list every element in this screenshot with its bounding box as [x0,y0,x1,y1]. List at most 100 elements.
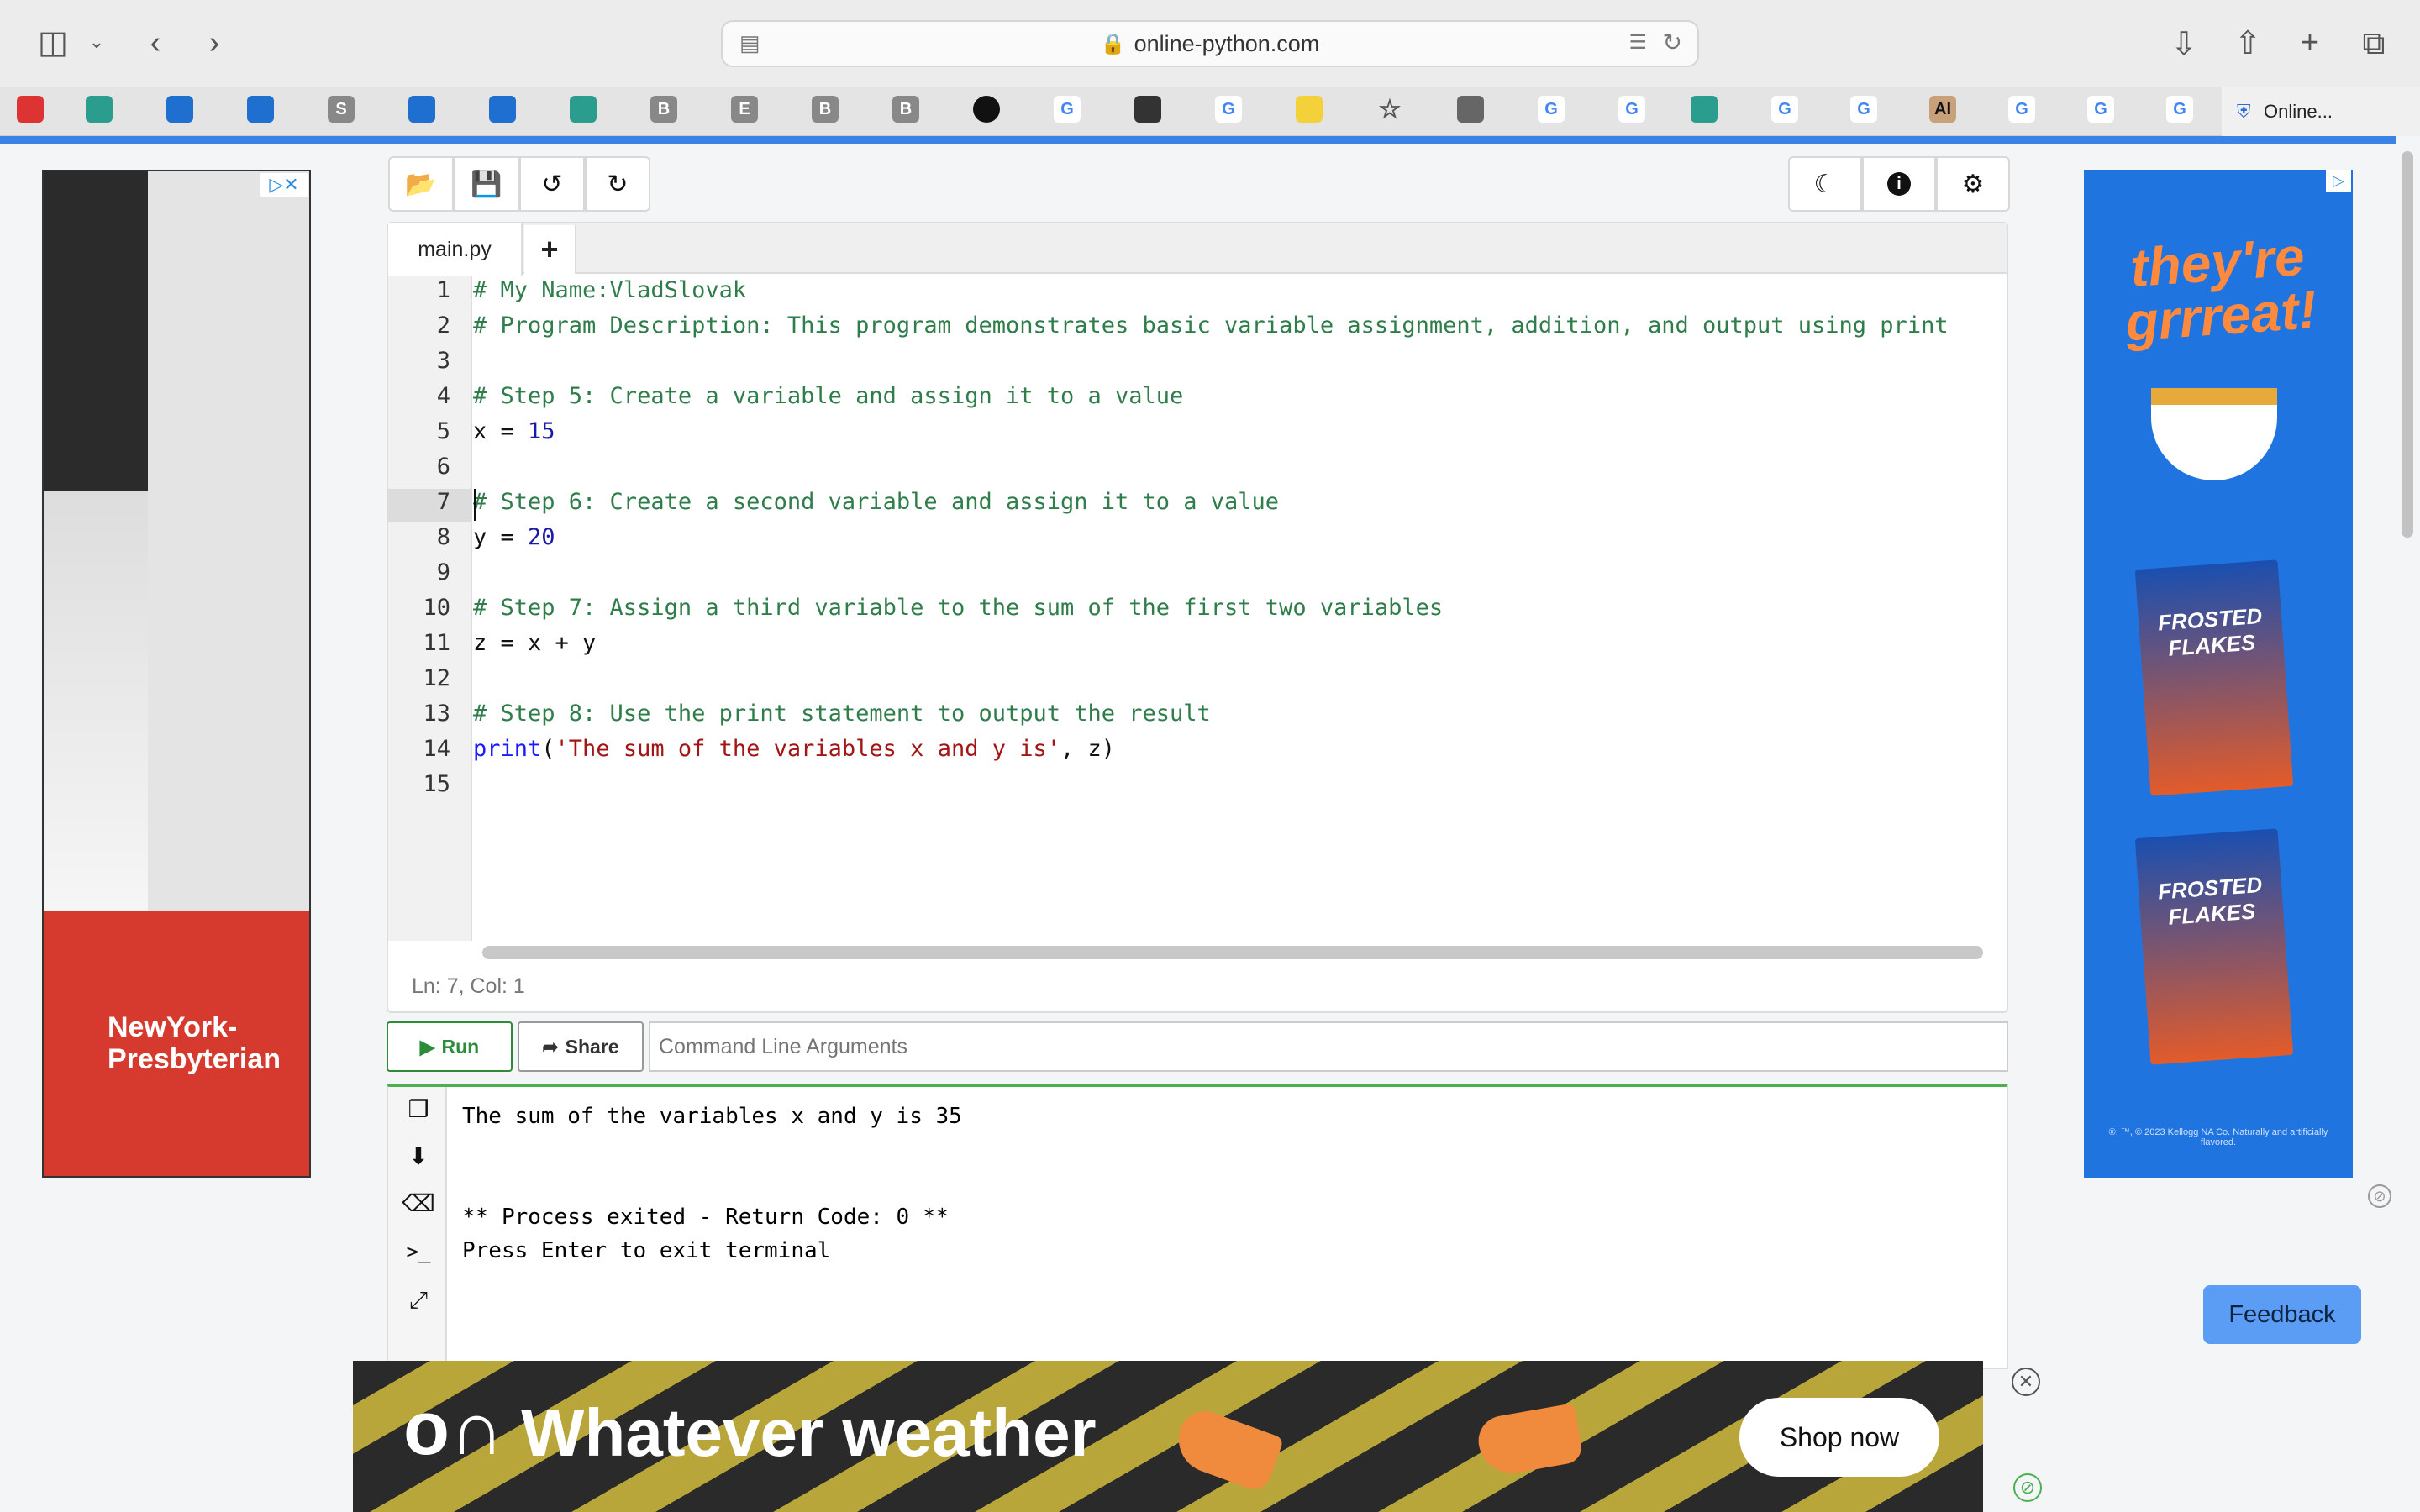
open-file-button[interactable]: 📂 [388,156,454,212]
code-line-x-assign[interactable]: x = 15 [473,418,555,444]
gears-icon: ⚙ [1961,170,1985,198]
bookmark-google[interactable]: G [1215,96,1242,123]
info-button[interactable]: i [1862,156,1936,212]
bookmark-squarespace-icon[interactable] [1457,96,1484,123]
tab-main-py[interactable]: main.py [388,223,523,276]
ad-doctor-image [44,491,148,911]
shoe-image [1169,1404,1285,1494]
bookmark-google[interactable]: G [1771,96,1798,123]
bookmark-e[interactable]: E [731,96,758,123]
page-scrollbar[interactable] [2402,151,2413,538]
bookmark-github-icon[interactable] [973,96,1000,123]
cursor-status: Ln: 7, Col: 1 [412,974,525,998]
bookmark-google[interactable]: G [2008,96,2035,123]
line-number: 14 [423,736,450,762]
bookmark-google[interactable]: G [1618,96,1645,123]
bookmark-x-icon[interactable] [1134,96,1161,123]
code-line[interactable]: # Step 8: Use the print statement to out… [473,701,1211,727]
bottom-ad[interactable]: o∩ Whatever weather Shop now [353,1361,1983,1512]
bookmark-grid-icon[interactable] [570,96,597,123]
redo-button[interactable]: ↻ [585,156,650,212]
bookmark-b[interactable]: B [650,96,677,123]
bookmark-b[interactable]: B [812,96,839,123]
line-number: 10 [423,595,450,621]
code-line[interactable]: # Program Description: This program demo… [473,312,1949,339]
terminal-sidebar [388,1087,447,1369]
copy-icon[interactable]: ❐ [403,1094,434,1124]
download-icon[interactable]: ⇩ [2163,24,2205,64]
translate-icon[interactable]: ☰ [1628,30,1647,55]
new-tab-icon[interactable]: + [2289,22,2331,64]
bookmark-outlook-icon[interactable] [408,96,435,123]
settings-button[interactable]: ⚙ [1936,156,2010,212]
bookmark-google[interactable]: G [1850,96,1877,123]
forward-icon[interactable]: › [193,22,235,64]
shop-now-button[interactable]: Shop now [1739,1398,1939,1477]
code-line[interactable]: # My Name:VladSlovak [473,277,746,303]
bookmark-outlook-icon[interactable] [489,96,516,123]
share-button[interactable]: ➦ Share [518,1021,644,1072]
bookmark-google[interactable]: G [1538,96,1565,123]
code-line[interactable]: # Step 5: Create a variable and assign i… [473,383,1183,409]
download-output-icon[interactable]: ⬇ [403,1141,434,1171]
bookmark-grid-icon[interactable] [1691,96,1718,123]
browser-toolbar: ◫ ⌄ ‹ › ▤ 🔒 online-python.com ☰ ↻ ⇩ ⇧ + … [0,0,2420,87]
bookmark-google[interactable]: G [2087,96,2114,123]
bookmark-outlook-icon[interactable] [247,96,274,123]
share-icon[interactable]: ⇧ [2227,22,2269,64]
run-button[interactable]: ▶ Run [387,1021,513,1072]
bookmark-pocket-icon[interactable] [17,96,44,123]
sidebar-toggle-icon[interactable]: ◫ [32,24,74,60]
close-ad-icon[interactable]: ✕ [2012,1368,2040,1396]
bookmark-s[interactable]: S [328,96,355,123]
bookmark-anthropic[interactable]: AI [1929,96,1956,123]
code-line[interactable]: z = x + y [473,630,596,656]
address-bar[interactable]: ▤ 🔒 online-python.com ☰ ↻ [721,20,1699,67]
bookmark-google[interactable]: G [1054,96,1081,123]
reload-icon[interactable]: ↻ [1663,29,1682,56]
ad-badge-icon[interactable]: ⊘ [2013,1473,2042,1502]
bookmark-grid-icon[interactable] [86,96,113,123]
ad-choices-icon[interactable]: ▷✕ [260,173,308,197]
play-icon: ▶ [419,1035,435,1058]
moon-icon: ☾ [1813,170,1837,198]
eraser-icon[interactable]: ⌫ [402,1188,435,1218]
folder-open-icon: 📂 [405,170,437,198]
chevron-down-icon[interactable]: ⌄ [84,25,109,59]
bookmark-stripes-icon[interactable] [1296,96,1323,123]
command-line-args-input[interactable] [649,1021,2008,1072]
save-button[interactable]: 💾 [454,156,519,212]
terminal-line: Press Enter to exit terminal [462,1238,831,1263]
back-icon[interactable]: ‹ [134,22,176,64]
url-text: online-python.com [1134,30,1320,56]
code-line[interactable]: # Step 6: Create a second variable and a… [473,489,1279,515]
add-file-button[interactable]: + [524,225,576,274]
line-number: 11 [423,630,450,656]
line-number: 15 [423,771,450,797]
code-line-print[interactable]: print('The sum of the variables x and y … [473,736,1115,762]
bookmark-google[interactable]: G [2166,96,2193,123]
line-number: 4 [436,383,450,409]
dark-mode-button[interactable]: ☾ [1788,156,1862,212]
tab-overview-icon[interactable]: ⧉ [2353,24,2395,64]
bookmark-star-icon[interactable]: ☆ [1376,96,1403,123]
ad-choices-icon[interactable]: ▷ [2326,170,2351,192]
ad-info-icon[interactable]: ⊘ [2368,1184,2391,1208]
code-line-y-assign[interactable]: y = 20 [473,524,555,550]
ad-slogan-line2: grrreat! [2123,279,2319,353]
file-tab-bar [388,223,2007,274]
right-ad[interactable]: they're grrreat! FROSTED FLAKES FROSTED … [2084,170,2353,1178]
tab-online-python[interactable]: ⛨ Online... [2222,87,2420,136]
undo-button[interactable]: ↺ [519,156,585,212]
editor-horizontal-scrollbar[interactable] [482,946,1983,959]
line-number: 7 [436,489,450,515]
bookmark-outlook-icon[interactable] [166,96,193,123]
redo-icon: ↻ [607,170,629,198]
reader-icon[interactable]: ▤ [739,30,760,56]
left-ad[interactable]: NewYork- Presbyterian ▷✕ [42,170,311,1178]
feedback-button[interactable]: Feedback [2203,1285,2361,1344]
expand-icon[interactable]: ⤢ [403,1285,434,1315]
bookmark-b[interactable]: B [892,96,919,123]
terminal-prompt-icon[interactable]: >_ [403,1236,434,1267]
code-line[interactable]: # Step 7: Assign a third variable to the… [473,595,1443,621]
